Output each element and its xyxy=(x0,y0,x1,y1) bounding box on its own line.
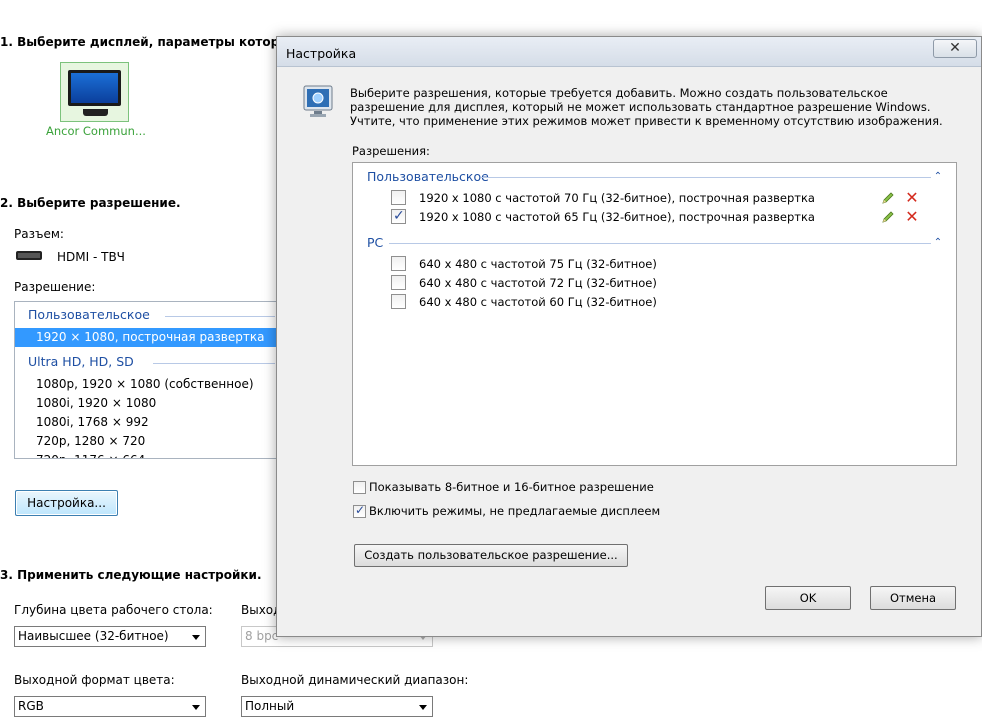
desktop-depth-select[interactable]: Наивысшее (32-битное) xyxy=(14,626,206,647)
enable-modes-checkbox[interactable] xyxy=(353,503,366,518)
step2-title: 2. Выберите разрешение. xyxy=(0,196,181,210)
create-custom-resolution-button[interactable]: Создать пользовательское разрешение... xyxy=(354,544,628,567)
resolution-label: Разрешение: xyxy=(14,280,96,294)
list-item[interactable]: 1080i, 1768 × 992 xyxy=(15,413,149,432)
close-button[interactable]: ✕ xyxy=(933,39,977,58)
mode-checkbox[interactable] xyxy=(391,190,406,205)
desktop-depth-label: Глубина цвета рабочего стола: xyxy=(14,603,213,617)
chevron-down-icon xyxy=(419,705,427,710)
chevron-down-icon xyxy=(192,635,200,640)
list-item[interactable]: 1080i, 1920 × 1080 xyxy=(15,394,156,413)
display-tile[interactable] xyxy=(60,62,129,122)
dynamic-range-value: Полный xyxy=(245,699,295,713)
group-divider xyxy=(153,363,275,364)
output-depth-value: 8 bpc xyxy=(245,629,279,643)
dynamic-range-label: Выходной динамический диапазон: xyxy=(241,673,469,687)
delete-icon[interactable]: ✕ xyxy=(905,190,919,206)
enable-modes-option[interactable]: Включить режимы, не предлагаемые дисплее… xyxy=(353,503,673,520)
enable-modes-label: Включить режимы, не предлагаемые дисплее… xyxy=(369,504,661,518)
resolution-item-selected[interactable]: 1920 × 1080, построчная развертка xyxy=(15,328,277,347)
mode-checkbox[interactable] xyxy=(391,294,406,309)
resolution-list[interactable]: Пользовательское 1920 × 1080, построчная… xyxy=(14,301,278,459)
step1-title: 1. Выберите дисплей, параметры которого xyxy=(0,35,302,49)
mode-checkbox[interactable] xyxy=(391,275,406,290)
settings-dialog: Настройка ✕ Выберите разрешения, которые… xyxy=(276,36,982,637)
cancel-button[interactable]: Отмена xyxy=(870,586,956,610)
chevron-down-icon xyxy=(192,705,200,710)
chevron-up-icon[interactable]: ⌃ xyxy=(933,238,943,248)
show-8-16-bit-option[interactable]: Показывать 8-битное и 16-битное разрешен… xyxy=(353,480,673,496)
monitor-label[interactable]: Ancor Commun... xyxy=(46,124,146,138)
mode-label: 640 x 480 с частотой 72 Гц (32-битное) xyxy=(419,276,657,290)
group-custom-header: Пользовательское xyxy=(367,169,489,184)
list-item[interactable]: 1080p, 1920 × 1080 (собственное) xyxy=(15,375,254,394)
modes-list[interactable]: Пользовательское ⌃ 1920 x 1080 с частото… xyxy=(352,162,957,466)
dialog-description: Выберите разрешения, которые требуется д… xyxy=(350,86,943,128)
list-item[interactable]: 1920 x 1080 с частотой 70 Гц (32-битное)… xyxy=(391,189,951,208)
mode-label: 640 x 480 с частотой 75 Гц (32-битное) xyxy=(419,257,657,271)
connector-value: HDMI - ТВЧ xyxy=(57,250,125,264)
list-item[interactable]: 720p, 1280 × 720 xyxy=(15,432,145,451)
hdmi-icon xyxy=(16,251,42,260)
display-settings-icon xyxy=(303,85,333,117)
ok-button[interactable]: OK xyxy=(765,586,851,610)
color-format-select[interactable]: RGB xyxy=(14,696,206,717)
chevron-up-icon[interactable]: ⌃ xyxy=(933,172,943,182)
dialog-title: Настройка xyxy=(286,46,357,61)
group-custom-header: Пользовательское xyxy=(28,307,150,322)
monitor-icon xyxy=(68,70,121,106)
list-item[interactable]: 1920 x 1080 с частотой 65 Гц (32-битное)… xyxy=(391,207,951,227)
show-8-16-bit-label: Показывать 8-битное и 16-битное разрешен… xyxy=(369,480,654,494)
mode-label: 640 x 480 с частотой 60 Гц (32-битное) xyxy=(419,295,657,309)
monitor-stand-icon xyxy=(83,109,108,116)
group-pc-header: PC xyxy=(367,235,384,250)
modes-label: Разрешения: xyxy=(352,144,430,158)
group-divider xyxy=(165,316,275,317)
group-divider xyxy=(481,177,931,178)
group-divider xyxy=(389,243,931,244)
mode-label: 1920 x 1080 с частотой 70 Гц (32-битное)… xyxy=(419,191,815,205)
dynamic-range-select[interactable]: Полный xyxy=(241,696,433,717)
mode-checkbox[interactable] xyxy=(391,256,406,271)
dialog-titlebar[interactable]: Настройка ✕ xyxy=(277,37,981,67)
edit-icon[interactable] xyxy=(881,191,895,205)
list-item[interactable]: 720p, 1176 × 664 xyxy=(15,451,145,458)
desktop-depth-value: Наивысшее (32-битное) xyxy=(18,629,169,643)
list-item[interactable]: 640 x 480 с частотой 75 Гц (32-битное) xyxy=(391,255,691,274)
color-format-label: Выходной формат цвета: xyxy=(14,673,175,687)
delete-icon[interactable]: ✕ xyxy=(905,209,919,225)
color-format-value: RGB xyxy=(18,699,44,713)
close-icon: ✕ xyxy=(949,40,961,56)
step3-title: 3. Применить следующие настройки. xyxy=(0,568,262,582)
list-item[interactable]: 640 x 480 с частотой 60 Гц (32-битное) xyxy=(391,293,691,312)
list-item[interactable]: 640 x 480 с частотой 72 Гц (32-битное) xyxy=(391,274,691,293)
settings-button[interactable]: Настройка... xyxy=(15,490,118,516)
connector-label: Разъем: xyxy=(14,227,64,241)
mode-checkbox[interactable] xyxy=(391,207,406,225)
edit-icon[interactable] xyxy=(881,210,895,224)
group-uhd-header: Ultra HD, HD, SD xyxy=(28,354,134,369)
mode-label: 1920 x 1080 с частотой 65 Гц (32-битное)… xyxy=(419,210,815,224)
show-8-16-bit-checkbox[interactable] xyxy=(353,481,366,494)
